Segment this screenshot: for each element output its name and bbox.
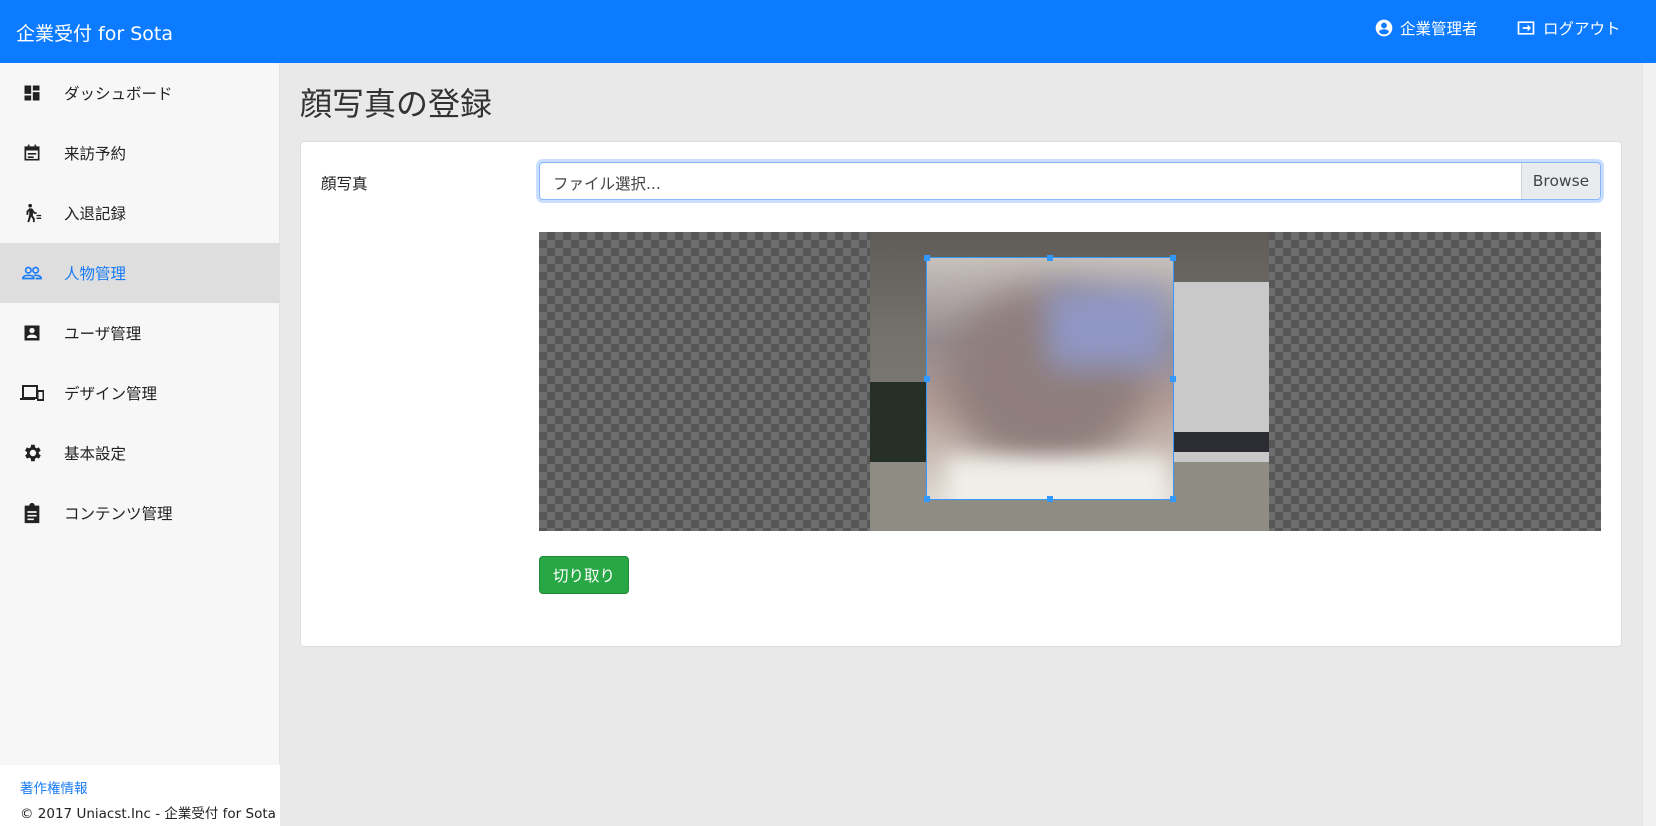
image-cropper[interactable]: [539, 232, 1601, 531]
crop-handle-top-right[interactable]: [1170, 255, 1176, 261]
file-input-placeholder: ファイル選択...: [553, 175, 661, 193]
top-navbar: 企業受付 for Sota 企業管理者 ログアウト: [0, 0, 1656, 63]
sidebar-item-label: ダッシュボード: [64, 85, 173, 103]
sidebar-item-content-management[interactable]: コンテンツ管理: [0, 483, 280, 543]
sidebar-item-design-management[interactable]: デザイン管理: [0, 363, 280, 423]
people-icon: [20, 261, 44, 285]
sidebar-item-user-management[interactable]: ユーザ管理: [0, 303, 280, 363]
crop-handle-left[interactable]: [924, 376, 930, 382]
app-title[interactable]: 企業受付 for Sota: [16, 19, 173, 46]
sidebar-item-visit-reservation[interactable]: 来訪予約: [0, 123, 280, 183]
sidebar-footer: 著作権情報 © 2017 Uniacst.Inc - 企業受付 for Sota: [0, 765, 280, 826]
face-photo-label: 顔写真: [321, 175, 368, 193]
crop-handle-top-left[interactable]: [924, 255, 930, 261]
sidebar-item-label: 人物管理: [64, 265, 127, 283]
file-input[interactable]: ファイル選択... Browse: [539, 162, 1601, 200]
sidebar-item-label: 基本設定: [64, 445, 127, 463]
crop-button[interactable]: 切り取り: [539, 556, 629, 594]
crop-handle-bottom-right[interactable]: [1170, 496, 1176, 502]
clipboard-icon: [20, 501, 44, 525]
copyright-link[interactable]: 著作権情報: [20, 777, 280, 797]
crop-handle-right[interactable]: [1170, 376, 1176, 382]
user-label: 企業管理者: [1400, 20, 1478, 38]
logout-icon: [1517, 21, 1535, 35]
account-circle-icon: [1375, 19, 1393, 37]
sidebar-item-entry-log[interactable]: 入退記録: [0, 183, 280, 243]
devices-icon: [20, 381, 44, 405]
logout-label: ログアウト: [1543, 20, 1621, 38]
sidebar-item-basic-settings[interactable]: 基本設定: [0, 423, 280, 483]
photo-upload-card: 顔写真 ファイル選択... Browse 切り取り: [300, 141, 1622, 647]
logout-button[interactable]: ログアウト: [1515, 17, 1621, 39]
page-title: 顔写真の登録: [300, 85, 493, 123]
crop-handle-bottom[interactable]: [1047, 496, 1053, 502]
sidebar-item-label: デザイン管理: [64, 385, 158, 403]
walking-person-icon: [20, 201, 44, 225]
sidebar: ダッシュボード 来訪予約 入退記録 人物管理 ユーザ管理 デザイン管理 基本設定…: [0, 63, 280, 826]
sidebar-item-label: コンテンツ管理: [64, 505, 173, 523]
account-box-icon: [20, 321, 44, 345]
crop-handle-bottom-left[interactable]: [924, 496, 930, 502]
sidebar-item-label: 来訪予約: [64, 145, 127, 163]
crop-selection-box[interactable]: [926, 257, 1174, 500]
dashboard-icon: [20, 81, 44, 105]
sidebar-item-label: 入退記録: [64, 205, 127, 223]
sidebar-item-person-management[interactable]: 人物管理: [0, 243, 280, 303]
vertical-scrollbar[interactable]: [1642, 63, 1656, 826]
calendar-icon: [20, 141, 44, 165]
copyright-text: © 2017 Uniacst.Inc - 企業受付 for Sota: [20, 806, 276, 822]
browse-button[interactable]: Browse: [1521, 163, 1600, 199]
sidebar-item-label: ユーザ管理: [64, 325, 142, 343]
crop-handle-top[interactable]: [1047, 255, 1053, 261]
user-menu[interactable]: 企業管理者: [1374, 17, 1478, 39]
sidebar-item-dashboard[interactable]: ダッシュボード: [0, 63, 280, 123]
gear-icon: [20, 441, 44, 465]
